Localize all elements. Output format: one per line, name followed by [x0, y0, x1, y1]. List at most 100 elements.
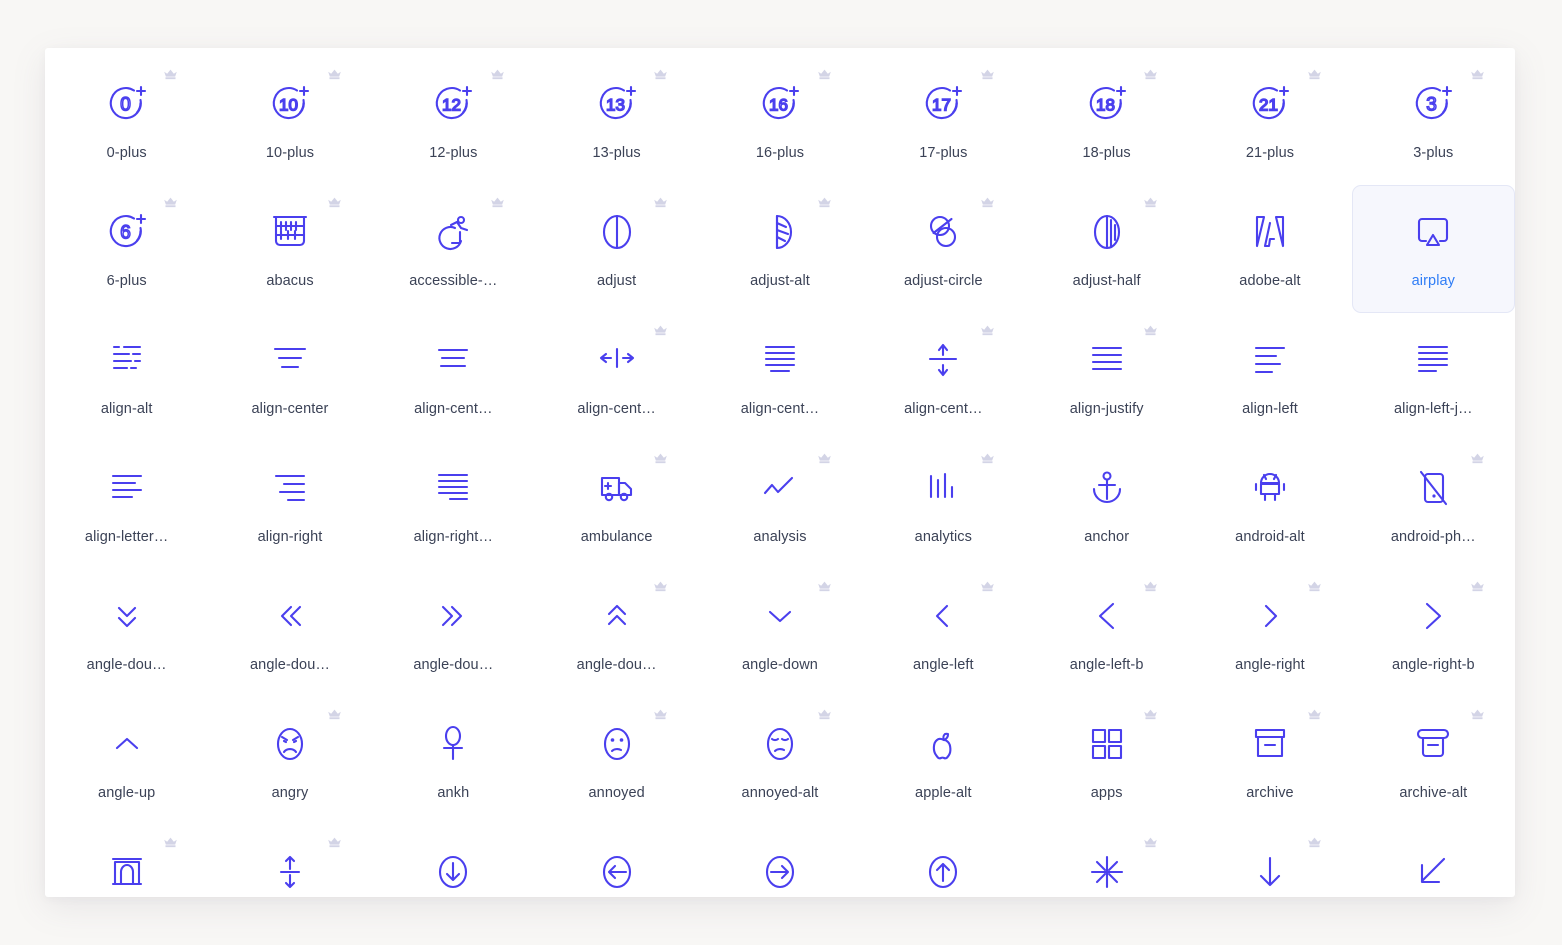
icon-cell-0-plus[interactable]: 0 0-plus: [45, 57, 208, 185]
icon-cell-align-cent-[interactable]: align-cent…: [535, 313, 698, 441]
adjust-icon[interactable]: [586, 201, 648, 263]
angle-right-b-icon[interactable]: [1402, 585, 1464, 647]
align-center-h-icon[interactable]: [586, 329, 648, 391]
icon-cell-android-ph-[interactable]: android-ph…: [1352, 441, 1515, 569]
age-plus-icon[interactable]: 12: [422, 73, 484, 135]
arrow-circle-up-icon[interactable]: [912, 841, 974, 897]
angle-left-icon[interactable]: [912, 585, 974, 647]
icon-cell-angle-right-b[interactable]: angle-right-b: [1352, 569, 1515, 697]
angle-double-down-icon[interactable]: [96, 585, 158, 647]
icon-cell-angry[interactable]: angry: [208, 697, 371, 825]
age-plus-icon[interactable]: 0: [96, 73, 158, 135]
icon-cell[interactable]: [698, 825, 861, 897]
analytics-icon[interactable]: [912, 457, 974, 519]
icon-cell-adobe-alt[interactable]: adobe-alt: [1188, 185, 1351, 313]
adjust-half-icon[interactable]: [1076, 201, 1138, 263]
align-center-2-icon[interactable]: [422, 329, 484, 391]
icon-cell[interactable]: [1025, 825, 1188, 897]
arrow-circle-left-icon[interactable]: [586, 841, 648, 897]
icon-cell-12-plus[interactable]: 12 12-plus: [372, 57, 535, 185]
angle-up-icon[interactable]: [96, 713, 158, 775]
icon-cell-analytics[interactable]: analytics: [862, 441, 1025, 569]
icon-cell-16-plus[interactable]: 16 16-plus: [698, 57, 861, 185]
icon-cell-17-plus[interactable]: 17 17-plus: [862, 57, 1025, 185]
android-phone-slash-icon[interactable]: [1402, 457, 1464, 519]
icon-cell-align-alt[interactable]: align-alt: [45, 313, 208, 441]
icon-cell-align-left[interactable]: align-left: [1188, 313, 1351, 441]
icon-cell-archive[interactable]: archive: [1188, 697, 1351, 825]
icon-cell-analysis[interactable]: analysis: [698, 441, 861, 569]
angle-double-right-icon[interactable]: [422, 585, 484, 647]
angle-right-icon[interactable]: [1239, 585, 1301, 647]
icon-cell-10-plus[interactable]: 10 10-plus: [208, 57, 371, 185]
icon-cell-accessible-[interactable]: accessible-…: [372, 185, 535, 313]
arrow-resize-v-icon[interactable]: [259, 841, 321, 897]
icon-cell-anchor[interactable]: anchor: [1025, 441, 1188, 569]
icon-cell-align-cent-[interactable]: align-cent…: [372, 313, 535, 441]
icon-cell-angle-up[interactable]: angle-up: [45, 697, 208, 825]
icon-cell-angle-left-b[interactable]: angle-left-b: [1025, 569, 1188, 697]
angle-double-left-icon[interactable]: [259, 585, 321, 647]
icon-cell-adjust-alt[interactable]: adjust-alt: [698, 185, 861, 313]
apple-alt-icon[interactable]: [912, 713, 974, 775]
arrow-circle-right-icon[interactable]: [749, 841, 811, 897]
align-right-icon[interactable]: [259, 457, 321, 519]
icon-cell-13-plus[interactable]: 13 13-plus: [535, 57, 698, 185]
arrow-circle-down-icon[interactable]: [422, 841, 484, 897]
icon-cell-align-letter-[interactable]: align-letter…: [45, 441, 208, 569]
angle-left-b-icon[interactable]: [1076, 585, 1138, 647]
analysis-icon[interactable]: [749, 457, 811, 519]
icon-cell-ambulance[interactable]: ambulance: [535, 441, 698, 569]
icon-cell-3-plus[interactable]: 3 3-plus: [1352, 57, 1515, 185]
icon-cell-align-cent-[interactable]: align-cent…: [698, 313, 861, 441]
arch-icon[interactable]: [96, 841, 158, 897]
align-center-justify-icon[interactable]: [749, 329, 811, 391]
icon-cell-angle-down[interactable]: angle-down: [698, 569, 861, 697]
icon-cell[interactable]: [535, 825, 698, 897]
annoyed-alt-icon[interactable]: [749, 713, 811, 775]
icon-cell-abacus[interactable]: abacus: [208, 185, 371, 313]
icon-cell-annoyed-alt[interactable]: annoyed-alt: [698, 697, 861, 825]
icon-cell-18-plus[interactable]: 18 18-plus: [1025, 57, 1188, 185]
icon-cell[interactable]: [1188, 825, 1351, 897]
align-alt-icon[interactable]: [96, 329, 158, 391]
icon-cell-airplay[interactable]: airplay: [1351, 185, 1515, 313]
icon-cell-align-left-j-[interactable]: align-left-j…: [1352, 313, 1515, 441]
icon-cell-angle-right[interactable]: angle-right: [1188, 569, 1351, 697]
age-plus-icon[interactable]: 21: [1239, 73, 1301, 135]
adjust-circle-icon[interactable]: [912, 201, 974, 263]
icon-cell-adjust-half[interactable]: adjust-half: [1025, 185, 1188, 313]
align-letter-icon[interactable]: [96, 457, 158, 519]
align-justify-icon[interactable]: [1076, 329, 1138, 391]
icon-cell-ankh[interactable]: ankh: [372, 697, 535, 825]
align-right-justify-icon[interactable]: [422, 457, 484, 519]
icon-cell-21-plus[interactable]: 21 21-plus: [1188, 57, 1351, 185]
icon-cell-6-plus[interactable]: 6 6-plus: [45, 185, 208, 313]
icon-cell-angle-dou-[interactable]: angle-dou…: [45, 569, 208, 697]
icon-cell-annoyed[interactable]: annoyed: [535, 697, 698, 825]
archive-icon[interactable]: [1239, 713, 1301, 775]
ambulance-icon[interactable]: [586, 457, 648, 519]
age-plus-icon[interactable]: 10: [259, 73, 321, 135]
align-center-icon[interactable]: [259, 329, 321, 391]
icon-cell-align-center[interactable]: align-center: [208, 313, 371, 441]
adjust-alt-icon[interactable]: [749, 201, 811, 263]
icon-cell-apple-alt[interactable]: apple-alt: [862, 697, 1025, 825]
align-left-justify-icon[interactable]: [1402, 329, 1464, 391]
icon-cell-apps[interactable]: apps: [1025, 697, 1188, 825]
ankh-icon[interactable]: [422, 713, 484, 775]
abacus-icon[interactable]: [259, 201, 321, 263]
age-plus-icon[interactable]: 16: [749, 73, 811, 135]
angle-double-up-icon[interactable]: [586, 585, 648, 647]
icon-cell[interactable]: [45, 825, 208, 897]
accessible-icon[interactable]: [422, 201, 484, 263]
icon-cell-archive-alt[interactable]: archive-alt: [1352, 697, 1515, 825]
archive-alt-icon[interactable]: [1402, 713, 1464, 775]
icon-cell-angle-dou-[interactable]: angle-dou…: [372, 569, 535, 697]
icon-cell-align-right-[interactable]: align-right…: [372, 441, 535, 569]
arrow-down-icon[interactable]: [1239, 841, 1301, 897]
airplay-icon[interactable]: [1402, 201, 1464, 263]
age-plus-icon[interactable]: 6: [96, 201, 158, 263]
age-plus-icon[interactable]: 3: [1402, 73, 1464, 135]
icon-cell[interactable]: [862, 825, 1025, 897]
